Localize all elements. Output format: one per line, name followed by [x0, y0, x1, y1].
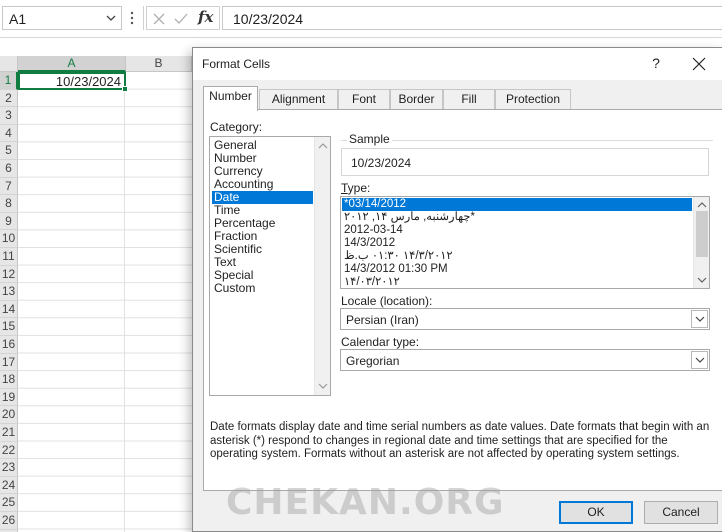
row-header[interactable]: 18: [0, 371, 18, 389]
chevron-down-icon: [695, 316, 705, 322]
scroll-up-icon[interactable]: [697, 200, 707, 210]
formula-input[interactable]: 10/23/2024: [222, 6, 722, 30]
locale-dropdown-button[interactable]: [691, 310, 708, 328]
sample-value: 10/23/2024: [351, 156, 412, 170]
row-header[interactable]: 24: [0, 476, 18, 495]
type-item[interactable]: 14/3/2012: [342, 237, 692, 250]
number-tab-panel: Category: General Number Currency Accountin…: [203, 109, 722, 491]
dialog-title: Format Cells: [202, 57, 271, 71]
row-header[interactable]: 5: [0, 142, 18, 160]
ok-button[interactable]: OK: [559, 501, 633, 524]
scroll-down-icon[interactable]: [318, 381, 328, 391]
cancel-entry-icon[interactable]: [152, 12, 166, 26]
confirm-entry-icon[interactable]: [174, 12, 188, 26]
type-list[interactable]: *03/14/2012 *چهارشنبه, مارس ۱۴, ۲۰۱۲ 2012-…: [340, 196, 710, 289]
close-icon[interactable]: [691, 56, 707, 72]
row-header[interactable]: 3: [0, 107, 18, 125]
tab-protection[interactable]: Protection: [495, 89, 571, 110]
row-header[interactable]: 2: [0, 89, 18, 108]
row-header[interactable]: 26: [0, 512, 18, 530]
locale-label: Locale (location):: [341, 294, 433, 308]
dialog-titlebar[interactable]: Format Cells ?: [193, 48, 722, 80]
help-button[interactable]: ?: [646, 54, 666, 74]
row-header[interactable]: 25: [0, 494, 18, 512]
scroll-up-icon[interactable]: [318, 141, 328, 151]
type-item[interactable]: *03/14/2012: [342, 198, 692, 211]
sample-box: 10/23/2024: [341, 148, 709, 176]
type-item[interactable]: ۱۴/۳/۲۰۱۲ ۰۱:۳۰ ب.ظ: [342, 250, 692, 263]
row-header[interactable]: 8: [0, 195, 18, 213]
chevron-down-icon: [695, 357, 705, 363]
tab-alignment[interactable]: Alignment: [259, 89, 338, 110]
format-cells-dialog: Format Cells ? Number Alignment Font Bor…: [192, 47, 722, 532]
type-scroll-thumb[interactable]: [696, 211, 708, 257]
row-header[interactable]: 22: [0, 441, 18, 460]
calendar-type-dropdown[interactable]: Gregorian: [340, 349, 710, 371]
name-box[interactable]: A1: [2, 6, 122, 30]
category-scrollbar[interactable]: [314, 137, 330, 395]
formula-value: 10/23/2024: [233, 11, 304, 27]
fill-handle[interactable]: [122, 86, 128, 92]
format-description: Date formats display date and time seria…: [210, 421, 710, 460]
row-header[interactable]: 21: [0, 424, 18, 442]
category-list[interactable]: General Number Currency Accounting Date Time P…: [209, 136, 331, 396]
more-options-icon[interactable]: [129, 9, 135, 27]
row-header[interactable]: 17: [0, 353, 18, 372]
select-all-corner[interactable]: [0, 56, 18, 72]
row-header[interactable]: 23: [0, 459, 18, 477]
row-header[interactable]: 7: [0, 177, 18, 196]
scroll-down-icon[interactable]: [697, 275, 707, 285]
calendar-type-value: Gregorian: [346, 354, 400, 368]
row-header[interactable]: 14: [0, 300, 18, 319]
dialog-tabs: Number Alignment Font Border Fill Protec…: [203, 86, 722, 111]
tab-number[interactable]: Number: [203, 86, 258, 111]
insert-function-icon[interactable]: fx: [198, 8, 213, 26]
row-header[interactable]: 9: [0, 212, 18, 231]
sample-label: Sample: [347, 132, 392, 146]
tab-fill[interactable]: Fill: [443, 89, 495, 110]
type-item[interactable]: 14/3/2012 01:30 PM: [342, 263, 692, 276]
row-header[interactable]: 12: [0, 265, 18, 284]
row-header[interactable]: 10: [0, 230, 18, 248]
type-scrollbar[interactable]: [693, 197, 709, 288]
column-header-a[interactable]: A: [18, 56, 126, 72]
row-header[interactable]: 1: [0, 72, 18, 90]
row-header[interactable]: 4: [0, 124, 18, 143]
cell-a1-value: 10/23/2024: [55, 74, 121, 89]
formula-bar-divider: [143, 6, 144, 30]
cell-a1[interactable]: 10/23/2024: [18, 72, 128, 92]
type-item[interactable]: ۱۴/۰۳/۲۰۱۲: [342, 276, 692, 288]
locale-dropdown[interactable]: Persian (Iran): [340, 308, 710, 330]
calendar-dropdown-button[interactable]: [691, 351, 708, 369]
row-header[interactable]: 11: [0, 248, 18, 266]
type-label: Type:: [341, 181, 371, 195]
category-item[interactable]: Custom: [212, 282, 313, 295]
type-item[interactable]: *چهارشنبه, مارس ۱۴, ۲۰۱۲: [342, 211, 692, 224]
row-header[interactable]: 13: [0, 283, 18, 301]
row-header[interactable]: 16: [0, 336, 18, 354]
watermark-text: CHEKAN.ORG: [226, 482, 505, 523]
sample-group: Sample 10/23/2024: [341, 132, 713, 178]
category-label: Category:: [210, 120, 263, 134]
row-header[interactable]: 15: [0, 318, 18, 336]
cancel-button[interactable]: Cancel: [644, 501, 718, 524]
name-box-value: A1: [9, 11, 27, 27]
row-header[interactable]: 19: [0, 388, 18, 407]
locale-value: Persian (Iran): [346, 313, 419, 327]
tab-border[interactable]: Border: [390, 89, 443, 110]
row-header[interactable]: 6: [0, 160, 18, 178]
formula-bar: A1 fx 10/23/2024: [0, 0, 722, 38]
calendar-type-label: Calendar type:: [341, 335, 420, 349]
tab-font[interactable]: Font: [338, 89, 390, 110]
column-header-b[interactable]: B: [126, 56, 192, 72]
type-item[interactable]: 2012-03-14: [342, 224, 692, 237]
formula-buttons: fx: [146, 6, 220, 30]
row-header[interactable]: 20: [0, 406, 18, 424]
chevron-down-icon[interactable]: [106, 14, 116, 22]
